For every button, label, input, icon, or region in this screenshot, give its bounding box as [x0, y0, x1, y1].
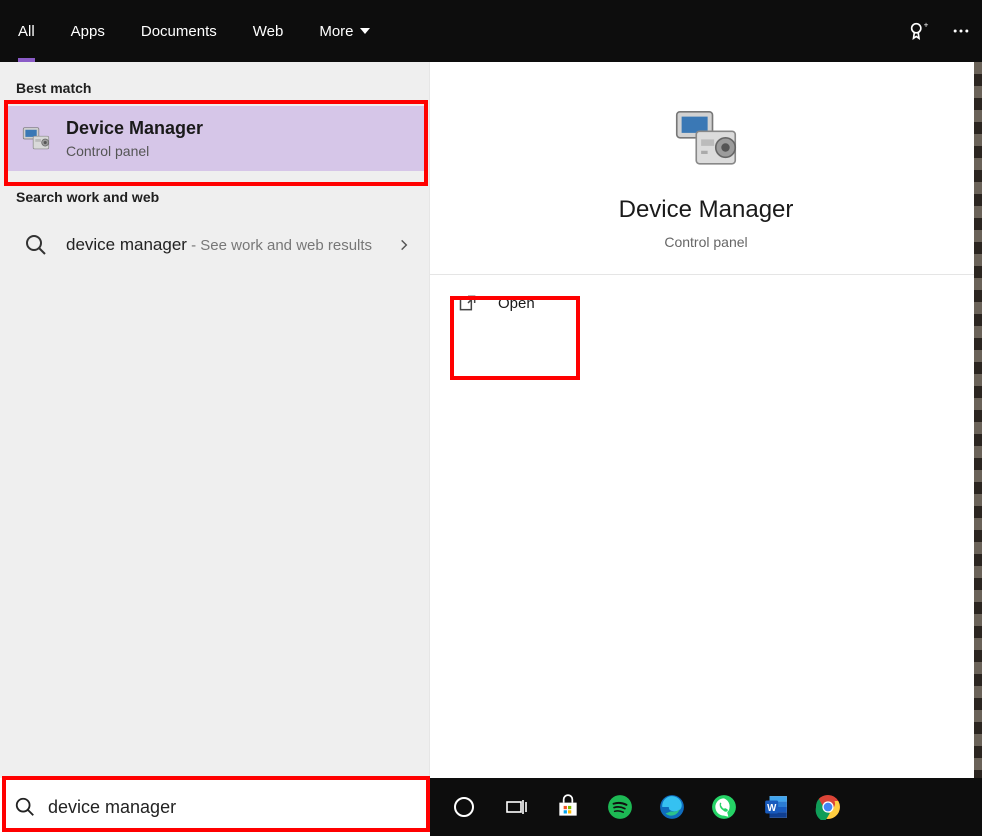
search-tabs: All Apps Documents Web More +	[0, 0, 982, 62]
chevron-down-icon	[360, 28, 370, 34]
more-options-button[interactable]	[940, 0, 982, 62]
web-search-result[interactable]: device manager - See work and web result…	[4, 215, 425, 275]
tab-more-label: More	[319, 23, 353, 40]
open-action[interactable]: Open	[430, 275, 982, 331]
tab-apps[interactable]: Apps	[53, 0, 123, 62]
web-result-query: device manager	[66, 235, 187, 254]
search-icon	[18, 227, 54, 263]
best-match-result[interactable]: Device Manager Control panel	[4, 106, 425, 171]
open-action-label: Open	[498, 295, 535, 312]
taskbar: W	[430, 778, 982, 836]
taskbar-task-view[interactable]	[490, 778, 542, 836]
result-title: Device Manager	[66, 118, 411, 139]
taskbar-spotify[interactable]	[594, 778, 646, 836]
window-edge-strip	[974, 62, 982, 778]
task-view-icon	[504, 795, 528, 819]
tab-more[interactable]: More	[301, 0, 387, 62]
taskbar-store[interactable]	[542, 778, 594, 836]
word-icon: W	[763, 794, 789, 820]
taskbar-edge[interactable]	[646, 778, 698, 836]
open-icon	[458, 293, 480, 313]
search-results-panel: Best match Device Manager Control panel …	[0, 62, 430, 778]
taskbar-chrome[interactable]	[802, 778, 854, 836]
tab-apps-label: Apps	[71, 23, 105, 40]
tab-web-label: Web	[253, 23, 284, 40]
result-detail-panel: Device Manager Control panel Open	[430, 62, 982, 778]
tab-all[interactable]: All	[0, 0, 53, 62]
taskbar-word[interactable]: W	[750, 778, 802, 836]
taskbar-cortana[interactable]	[438, 778, 490, 836]
tab-documents[interactable]: Documents	[123, 0, 235, 62]
svg-text:+: +	[924, 20, 929, 29]
tab-documents-label: Documents	[141, 23, 217, 40]
whatsapp-icon	[711, 794, 737, 820]
device-manager-icon	[18, 121, 54, 157]
device-manager-large-icon	[667, 102, 745, 180]
search-box[interactable]	[0, 778, 430, 836]
result-subtitle: Control panel	[66, 143, 411, 159]
web-result-suffix: - See work and web results	[187, 237, 372, 254]
work-web-header: Search work and web	[0, 171, 429, 215]
bottom-bar: W	[0, 778, 982, 836]
ellipsis-icon	[951, 21, 971, 41]
taskbar-whatsapp[interactable]	[698, 778, 750, 836]
search-icon	[14, 796, 36, 818]
tab-web[interactable]: Web	[235, 0, 302, 62]
svg-text:W: W	[767, 803, 777, 814]
rewards-icon: +	[908, 20, 930, 42]
rewards-icon-button[interactable]: +	[898, 0, 940, 62]
chrome-icon	[815, 794, 841, 820]
search-input[interactable]	[48, 797, 416, 818]
tab-all-label: All	[18, 23, 35, 40]
detail-subtitle: Control panel	[450, 234, 962, 250]
store-icon	[555, 794, 581, 820]
best-match-header: Best match	[0, 62, 429, 106]
detail-header: Device Manager Control panel	[430, 62, 982, 275]
cortana-icon	[452, 795, 476, 819]
chevron-right-icon	[397, 238, 411, 252]
edge-icon	[659, 794, 685, 820]
spotify-icon	[607, 794, 633, 820]
detail-title: Device Manager	[450, 196, 962, 224]
